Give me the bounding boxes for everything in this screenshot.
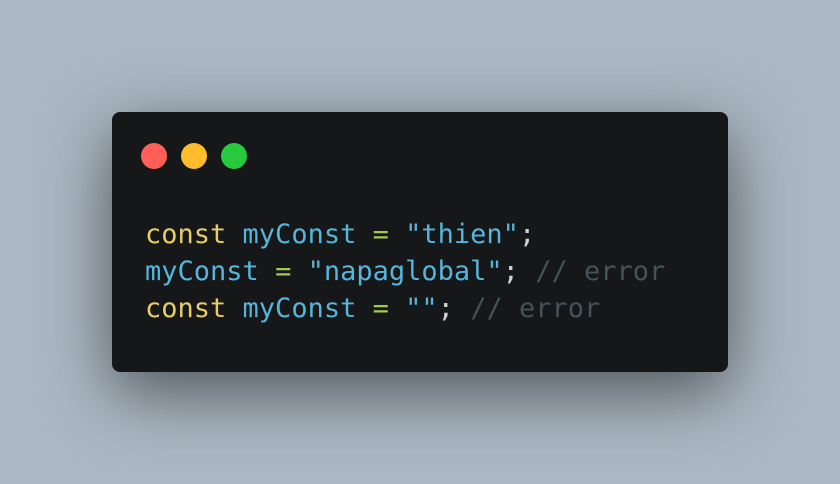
terminator-token: ; [518, 219, 536, 250]
code-line-2: myConst = "napaglobal"; // error [145, 253, 665, 290]
operator-token: = [275, 256, 292, 287]
terminator-token: ; [502, 256, 519, 287]
identifier-token: myConst [242, 293, 357, 324]
minimize-dot-icon[interactable] [181, 143, 207, 169]
string-token: "napaglobal" [307, 256, 503, 287]
keyword-token: const [145, 293, 227, 324]
identifier-token: myConst [242, 219, 357, 250]
string-token: "thien" [405, 219, 519, 250]
operator-token: = [372, 293, 389, 324]
comment-token: // error [535, 256, 666, 287]
code-window: const myConst = "thien"; myConst = "napag… [112, 112, 728, 372]
close-dot-icon[interactable] [141, 143, 167, 169]
string-token: "" [405, 293, 438, 324]
identifier-token: myConst [145, 256, 259, 287]
code-line-1: const myConst = "thien"; [145, 216, 665, 253]
operator-token: = [372, 219, 389, 250]
window-controls [141, 143, 247, 169]
terminator-token: ; [437, 293, 454, 324]
code-block: const myConst = "thien"; myConst = "napag… [145, 216, 665, 327]
maximize-dot-icon[interactable] [221, 143, 247, 169]
code-line-3: const myConst = ""; // error [145, 290, 665, 327]
comment-token: // error [470, 293, 601, 324]
keyword-token: const [145, 219, 227, 250]
